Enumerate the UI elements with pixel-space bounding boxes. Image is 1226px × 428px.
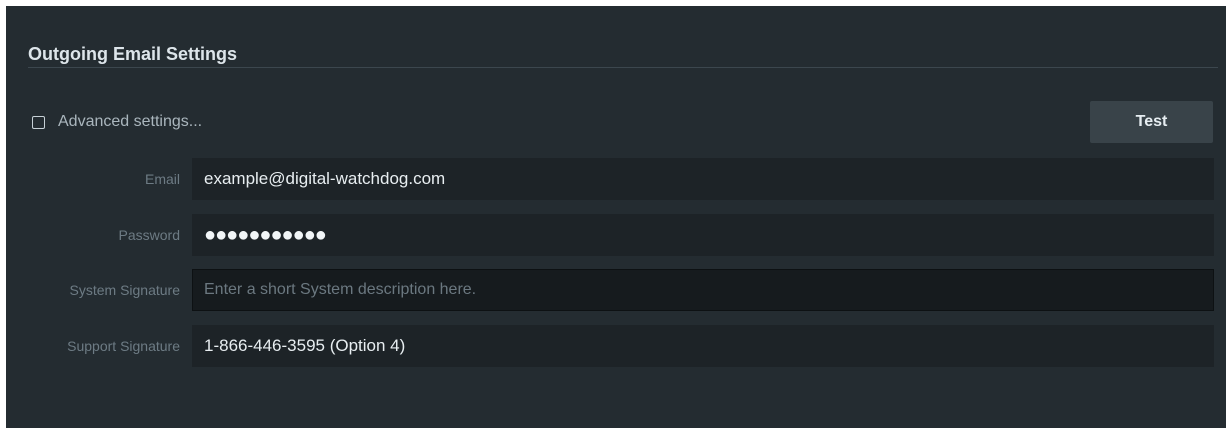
system-signature-row: System Signature Enter a short System de… — [6, 269, 1226, 311]
system-signature-field[interactable]: Enter a short System description here. — [192, 269, 1214, 311]
advanced-settings-checkbox-row[interactable]: Advanced settings... — [32, 111, 202, 133]
email-label: Email — [144, 171, 180, 187]
section-title: Outgoing Email Settings — [28, 44, 238, 64]
support-signature-value: 1-866-446-3595 (Option 4) — [204, 336, 406, 355]
password-label: Password — [118, 227, 180, 243]
test-button[interactable]: Test — [1090, 101, 1213, 143]
system-signature-label: System Signature — [69, 282, 181, 298]
support-signature-field[interactable]: 1-866-446-3595 (Option 4) — [192, 325, 1214, 367]
email-field[interactable]: example@digital-watchdog.com — [192, 158, 1214, 200]
system-signature-placeholder: Enter a short System description here. — [204, 281, 477, 298]
advanced-settings-label: Advanced settings... — [58, 113, 203, 130]
email-value: example@digital-watchdog.com — [204, 169, 446, 188]
support-signature-row: Support Signature 1-866-446-3595 (Option… — [6, 325, 1226, 367]
advanced-settings-checkbox[interactable] — [32, 116, 45, 129]
password-row: Password ●●●●●●●●●●● — [6, 214, 1226, 256]
password-value: ●●●●●●●●●●● — [204, 223, 327, 246]
password-field[interactable]: ●●●●●●●●●●● — [192, 214, 1214, 256]
email-settings-panel: Outgoing Email Settings Advanced setting… — [6, 6, 1226, 428]
email-row: Email example@digital-watchdog.com — [6, 158, 1226, 200]
support-signature-label: Support Signature — [67, 338, 180, 354]
section-divider — [28, 67, 1218, 68]
